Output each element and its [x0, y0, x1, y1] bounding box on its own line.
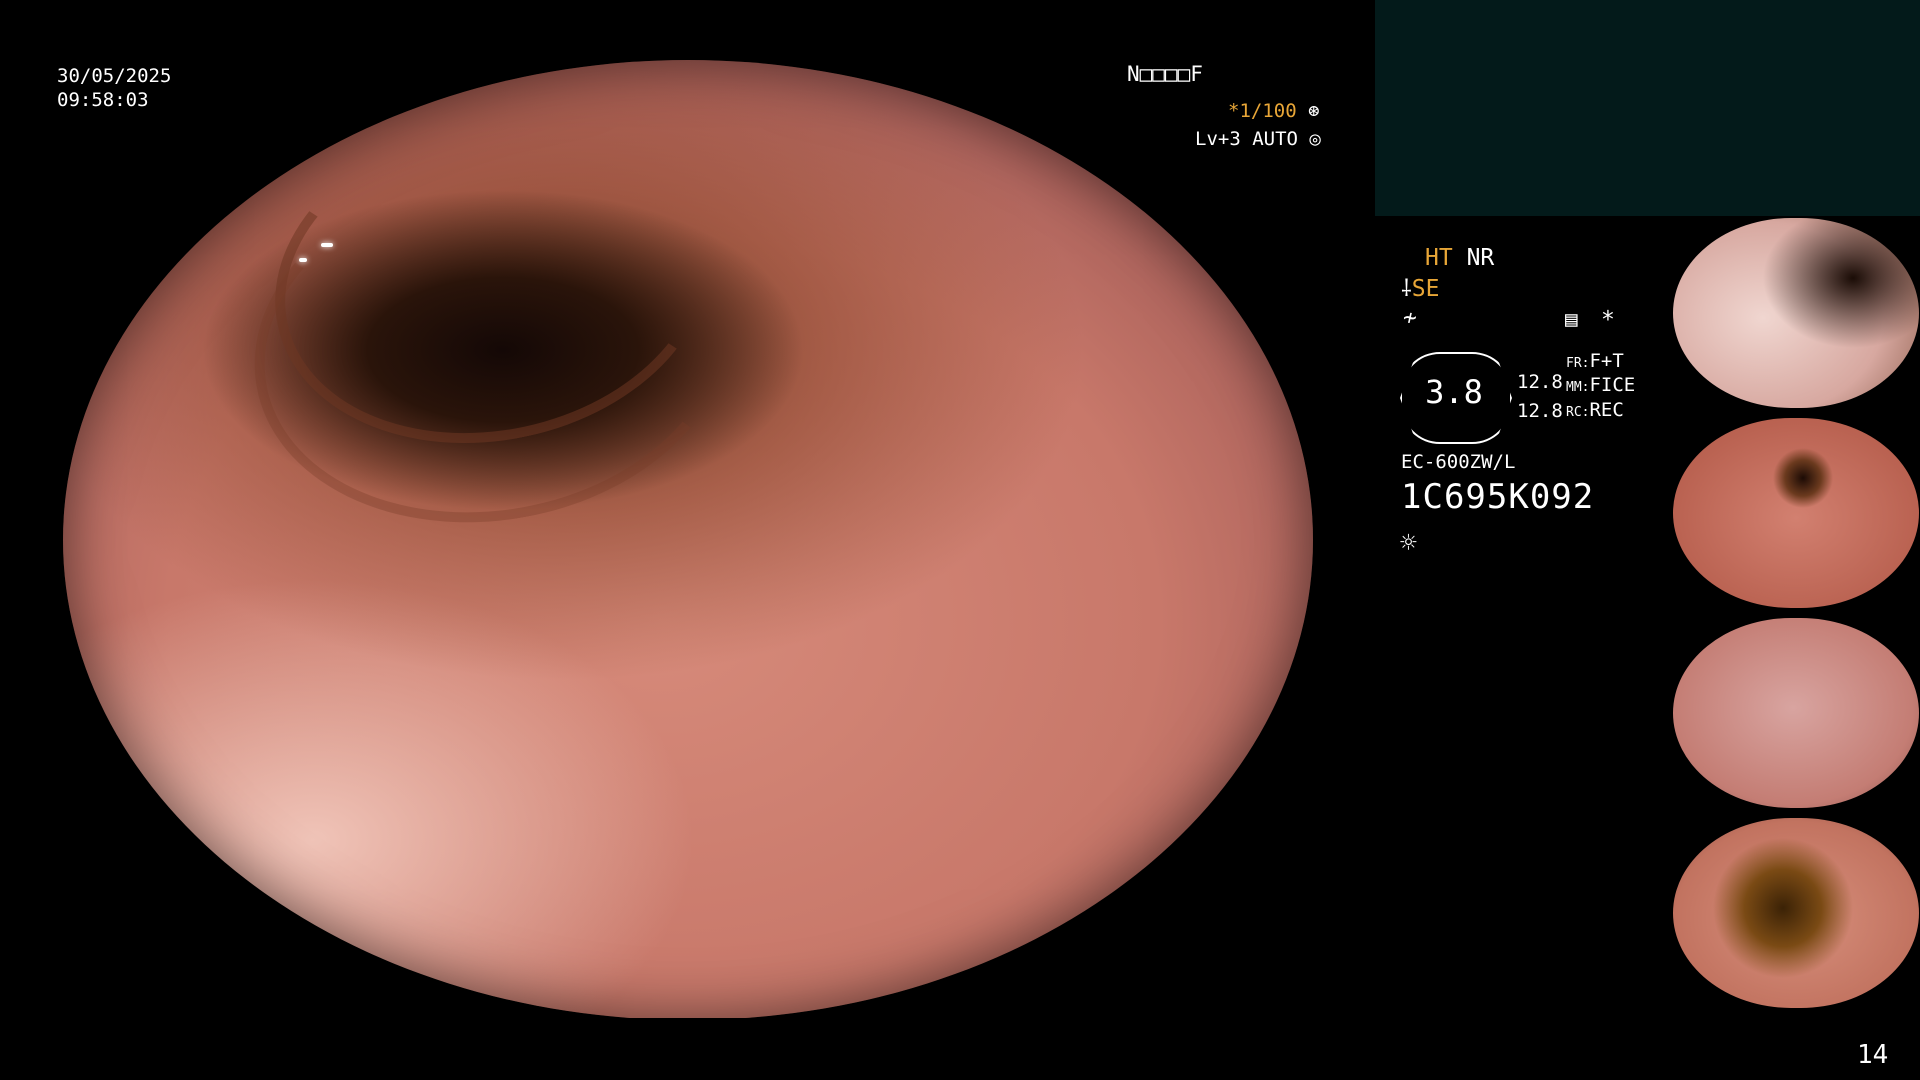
- scope-model: EC-600ZW/L: [1401, 451, 1516, 473]
- info-panel: [1375, 0, 1920, 216]
- time-text: 09:58:03: [57, 89, 149, 111]
- mask-bottom: [0, 1018, 1375, 1080]
- capture-thumbnail-4[interactable]: [1673, 818, 1919, 1008]
- se-label: SE: [1411, 276, 1440, 302]
- shutter-icon: ⊛: [1308, 100, 1320, 122]
- fr-value: F+T: [1589, 350, 1624, 372]
- ht-label: HT: [1425, 245, 1453, 271]
- capture-thumbnail-3[interactable]: [1673, 618, 1919, 808]
- mask-top: [0, 0, 1375, 60]
- memory-icon: ▤: [1565, 307, 1578, 331]
- endoscopy-image: [63, 60, 1313, 1020]
- mm-key: MM:: [1566, 380, 1590, 395]
- asterisk-icon: *: [1601, 307, 1615, 333]
- fr-key: FR:: [1566, 356, 1590, 371]
- datetime-readout: 30/05/2025 09:58:03: [57, 64, 171, 112]
- mm-row: MM:FICE: [1566, 373, 1635, 400]
- value-upper: 12.8: [1517, 371, 1563, 393]
- date-text: 30/05/2025: [57, 65, 172, 87]
- rc-row: RC:REC: [1566, 398, 1624, 425]
- scope-serial: 1C695K092: [1401, 477, 1595, 517]
- rc-key: RC:: [1566, 405, 1590, 420]
- nr-label: NR: [1466, 245, 1495, 271]
- shutter-readout: *1/100 ⊛: [1228, 99, 1320, 123]
- light-level-text: Lv+3 AUTO: [1195, 128, 1298, 150]
- light-icon: ☼: [1400, 526, 1417, 559]
- value-lower: 12.8: [1517, 400, 1563, 422]
- page-number: 14: [1857, 1040, 1889, 1070]
- capture-thumbnail-2[interactable]: [1673, 418, 1919, 608]
- ht-nr-row: HT NR: [1425, 243, 1494, 273]
- mm-value: FICE: [1589, 374, 1636, 396]
- function-icon: ≁: [1403, 305, 1417, 331]
- gauge-value: 3.8: [1425, 373, 1483, 411]
- fr-row: FR:F+T: [1566, 349, 1624, 376]
- se-row: ⸸SE: [1401, 274, 1440, 304]
- patient-name-field: N□□□□F: [1127, 62, 1203, 86]
- specular-highlight: [299, 258, 307, 262]
- light-level-readout: Lv+3 AUTO ◎: [1195, 127, 1321, 151]
- shutter-text: *1/100: [1228, 100, 1297, 122]
- rc-value: REC: [1589, 399, 1624, 421]
- specular-highlight: [321, 243, 333, 247]
- auto-icon: ◎: [1309, 128, 1321, 150]
- capture-thumbnail-1[interactable]: [1673, 218, 1919, 408]
- scope-icon: ⸸: [1401, 276, 1412, 302]
